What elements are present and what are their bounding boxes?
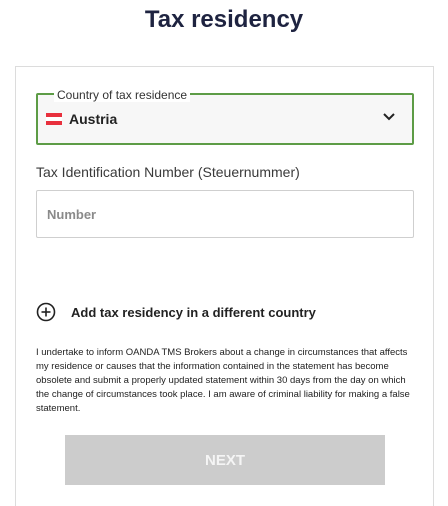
austria-flag-icon [46,113,62,125]
add-tax-residency-label[interactable]: Add tax residency in a different country [71,305,316,320]
country-select-value[interactable]: Austria [69,111,117,127]
plus-circle-icon[interactable] [36,302,56,322]
next-button[interactable]: NEXT [65,435,385,485]
chevron-down-icon[interactable] [380,110,398,124]
declaration-statement: I undertake to inform OANDA TMS Brokers … [36,347,410,414]
country-select-label: Country of tax residence [54,88,191,102]
tin-input[interactable] [36,190,414,238]
tin-field-label: Tax Identification Number (Steuernummer) [36,164,300,180]
add-tax-residency-button[interactable]: Add tax residency in a different country [36,300,316,324]
page-title: Tax residency [144,6,304,33]
